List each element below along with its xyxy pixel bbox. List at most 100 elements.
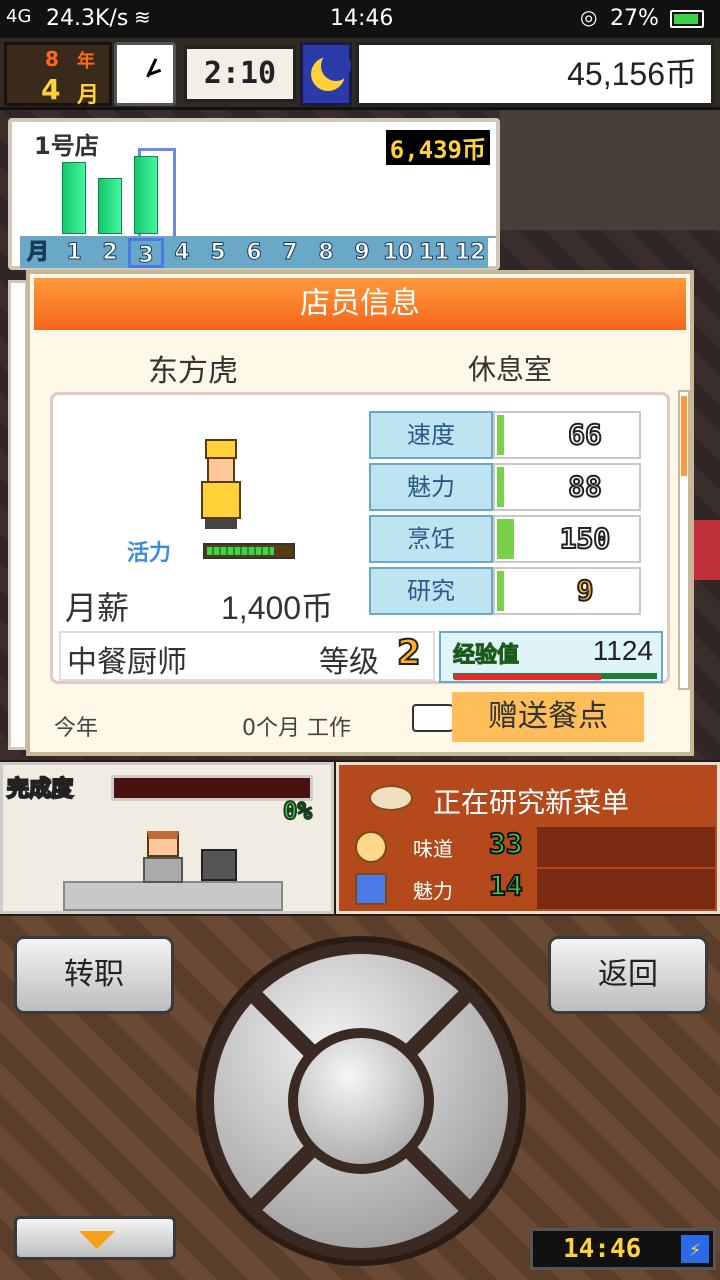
vitality-bar xyxy=(203,543,295,559)
month-label: 月 xyxy=(77,83,100,108)
stat-research: 研究 9 xyxy=(369,567,643,617)
month-axis: 月 1 2 3 4 5 6 7 8 9 10 11 12 xyxy=(20,236,496,269)
stat-charm: 魅力 88 xyxy=(369,463,643,513)
sales-bar xyxy=(62,162,86,234)
research-row-charm: 魅力 14 xyxy=(351,868,715,909)
charm-icon xyxy=(355,873,387,905)
salary-label: 月薪 xyxy=(65,589,130,627)
completion-label: 完成度 xyxy=(6,776,74,803)
stat-cooking: 烹饪 150 xyxy=(369,515,643,565)
taste-icon xyxy=(355,831,387,863)
footer-work-months: 0个月 工作 xyxy=(242,716,351,741)
gift-meal-button[interactable]: 赠送餐点 xyxy=(452,692,644,742)
device-clock-text: 14:46 xyxy=(563,1234,642,1264)
exp-label: 经验值 xyxy=(452,643,520,669)
research-label: 魅力 xyxy=(413,879,453,903)
stat-value: 88 xyxy=(567,469,603,504)
red-table xyxy=(690,520,720,580)
month-tick-label[interactable]: 10 xyxy=(380,238,416,268)
dish-icon xyxy=(369,785,413,811)
year-label: 年 xyxy=(77,51,95,72)
month-tick-label[interactable]: 4 xyxy=(164,238,200,268)
stat-label: 速度 xyxy=(369,411,493,459)
month-number: 4 xyxy=(41,73,61,106)
exp-bar xyxy=(453,673,657,680)
charging-icon: ⚡ xyxy=(681,1235,709,1263)
completion-percent: 0% xyxy=(282,796,313,826)
month-tick-label[interactable]: 1 xyxy=(56,238,92,268)
level-value: 2 xyxy=(396,632,422,674)
vitality-label: 活力 xyxy=(127,541,172,566)
shop-sales-chart[interactable]: 1号店 6,439币 月 1 2 3 4 5 6 7 8 9 10 11 12 xyxy=(8,118,500,270)
network-speed: 24.3K/s xyxy=(46,6,129,31)
stat-speed: 速度 66 xyxy=(369,411,643,461)
clock-icon xyxy=(114,42,176,106)
staff-info-panel: 店员信息 东方虎 休息室 活力 月薪 1,400币 速度 66 魅力 88 烹饪… xyxy=(26,270,694,756)
research-row-taste: 味道 33 xyxy=(351,826,715,867)
moon-icon xyxy=(300,42,352,106)
staff-card: 活力 月薪 1,400币 速度 66 魅力 88 烹饪 150 研究 9 中餐厨… xyxy=(50,392,670,684)
month-tick-label[interactable]: 12 xyxy=(452,238,488,268)
month-tick-label[interactable]: 3 xyxy=(128,238,164,269)
stat-label: 魅力 xyxy=(369,463,493,511)
kitchen-counter xyxy=(63,881,283,911)
pot-icon xyxy=(201,849,237,881)
location-icon: ◎ xyxy=(580,5,598,29)
chart-bars xyxy=(20,148,496,266)
device-clock: 14:46 ⚡ xyxy=(530,1228,716,1270)
job-row: 中餐厨师 等级 2 xyxy=(59,631,435,681)
game-date: 8 年 4 月 xyxy=(4,42,112,108)
month-tick-label[interactable]: 11 xyxy=(416,238,452,268)
stat-value: 66 xyxy=(567,417,603,452)
wifi-icon: ≋ xyxy=(134,5,151,29)
research-value: 14 xyxy=(488,868,524,903)
stat-value: 9 xyxy=(576,573,595,608)
stat-value: 150 xyxy=(559,521,612,556)
job-change-button[interactable]: 转职 xyxy=(14,936,174,1014)
level-label: 等级 xyxy=(319,645,379,680)
research-label: 味道 xyxy=(413,837,453,861)
dpad-center-button[interactable] xyxy=(288,1028,434,1174)
top-hud: 8 年 4 月 2:10 45,156币 xyxy=(0,38,720,110)
research-stats: 味道 33 魅力 14 xyxy=(351,826,715,913)
status-bar: 4G 24.3K/s ≋ 14:46 ◎ 27% xyxy=(0,0,720,38)
research-value: 33 xyxy=(488,826,524,861)
experience-box: 经验值 1124 xyxy=(439,631,663,683)
stat-label: 研究 xyxy=(369,567,493,615)
exp-value: 1124 xyxy=(592,635,653,666)
month-tick-label[interactable]: 8 xyxy=(308,238,344,268)
side-panel xyxy=(8,280,28,750)
kitchen-view: 完成度 0% xyxy=(0,762,334,914)
month-tick-label[interactable]: 7 xyxy=(272,238,308,268)
month-tick-label[interactable]: 9 xyxy=(344,238,380,268)
battery-icon xyxy=(670,10,704,28)
system-clock: 14:46 xyxy=(330,6,394,31)
research-panel: 正在研究新菜单 味道 33 魅力 14 xyxy=(336,762,720,914)
back-button[interactable]: 返回 xyxy=(548,936,708,1014)
dpad[interactable] xyxy=(196,936,526,1266)
panel-header: 店员信息 xyxy=(34,278,686,330)
cook-sprite xyxy=(143,831,183,883)
month-tick-label[interactable]: 6 xyxy=(236,238,272,268)
down-arrow-button[interactable] xyxy=(14,1216,176,1260)
month-tick-label[interactable]: 2 xyxy=(92,238,128,268)
year-number: 8 xyxy=(45,47,59,71)
chef-sprite xyxy=(193,439,249,531)
building-roof xyxy=(500,110,720,230)
game-time: 2:10 xyxy=(184,46,296,102)
controller: 转职 返回 14:46 ⚡ xyxy=(0,916,720,1280)
money-display: 45,156币 xyxy=(356,42,714,106)
sales-bar xyxy=(98,178,122,234)
month-tick-label[interactable]: 5 xyxy=(200,238,236,268)
research-title: 正在研究新菜单 xyxy=(433,786,630,819)
sales-bar xyxy=(134,156,158,234)
month-axis-label: 月 xyxy=(20,238,56,268)
battery-percent: 27% xyxy=(610,6,659,31)
job-title: 中餐厨师 xyxy=(67,645,187,680)
salary-value: 1,400币 xyxy=(221,590,334,626)
stat-label: 烹饪 xyxy=(369,515,493,563)
signal-indicator: 4G xyxy=(6,6,32,27)
scrollbar[interactable] xyxy=(678,390,690,690)
footer-year: 今年 xyxy=(54,716,99,741)
staff-location: 休息室 xyxy=(468,353,553,386)
